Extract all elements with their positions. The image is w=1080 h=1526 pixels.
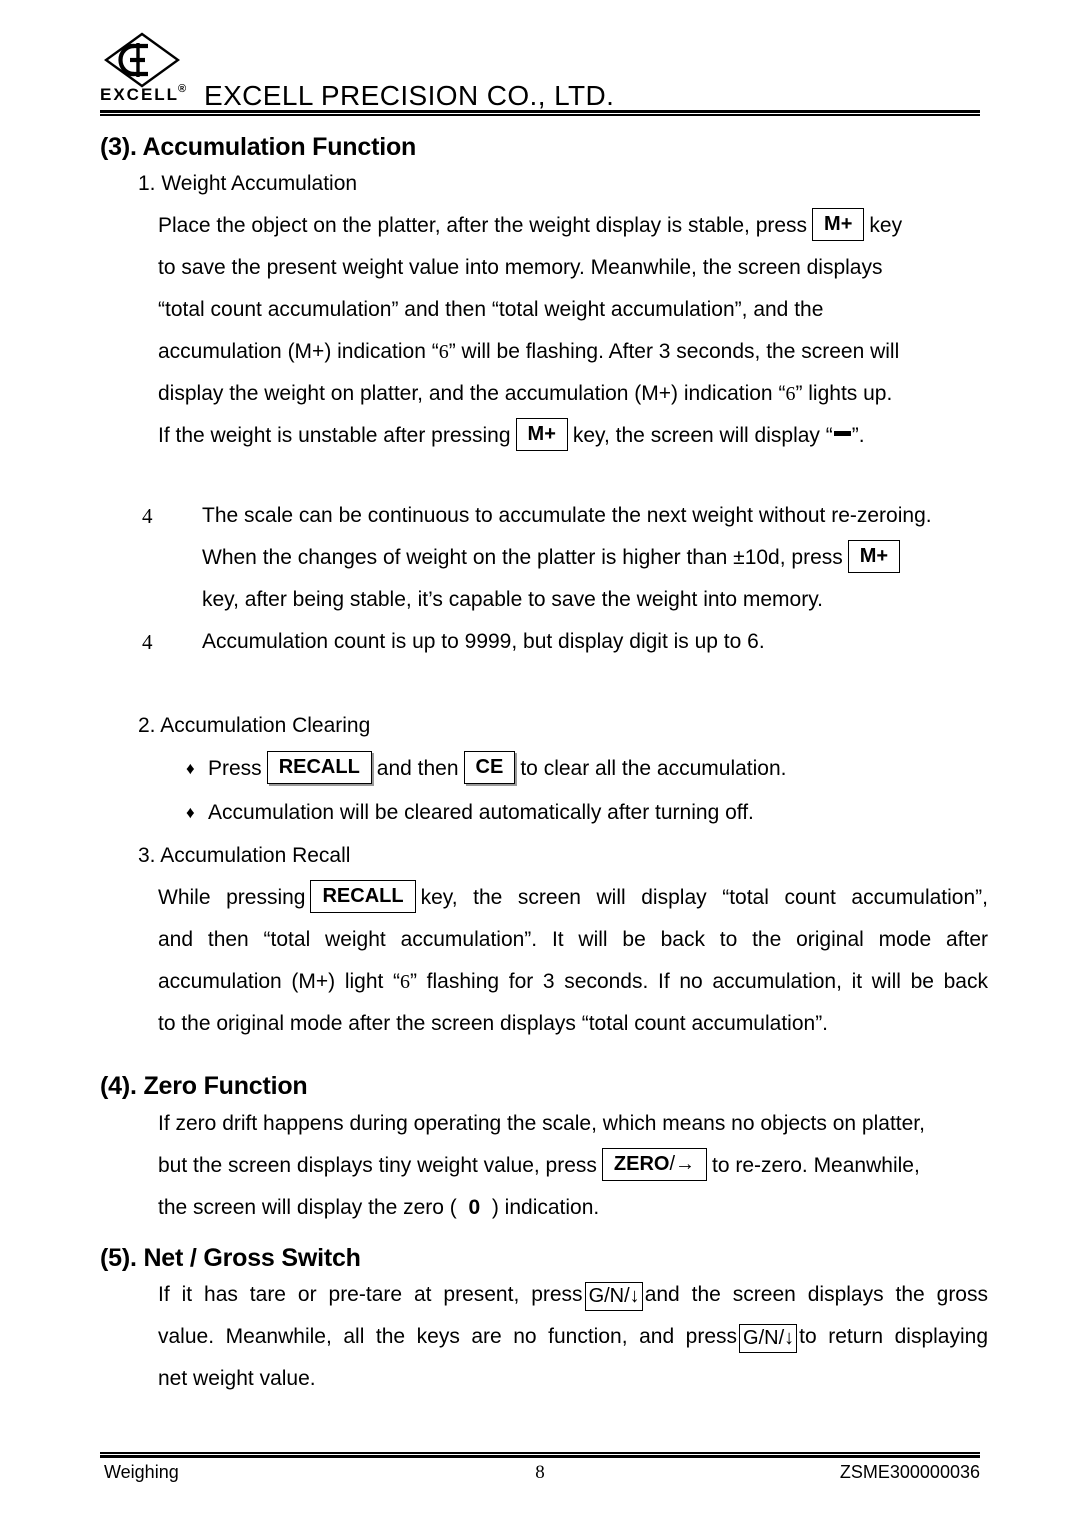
diamond-logo-icon [104,32,180,88]
line-text: to clear all the accumulation. [520,757,787,781]
line-text: and then [376,757,459,781]
paragraph-line: value. Meanwhile, all the keys are no fu… [158,1316,988,1358]
page-header: EXCELL ® EXCELL PRECISION CO., LTD. [100,32,980,120]
paragraph-line: accumulation (M+) light “6” flashing for… [158,961,988,1003]
subsection-accumulation-clearing-label: 2. Accumulation Clearing [138,714,371,738]
indicator-six-glyph: 6 [400,971,411,994]
key-mplus[interactable]: M+ [812,208,865,242]
list-item: ♦ Accumulation will be cleared automatic… [100,791,988,835]
section-heading-zero-function: (4). Zero Function [100,1072,308,1101]
subsection-accumulation-recall-label: 3. Accumulation Recall [138,844,351,868]
list-item-line: key, after being stable, it’s capable to… [202,588,823,612]
paragraph-line: While pressing RECALL key, the screen will… [158,877,988,919]
diamond-bullet-icon: ♦ [186,803,195,823]
paragraph-line: If zero drift happens during operating t… [158,1111,925,1135]
paragraph-line: to save the present weight value into me… [158,256,883,280]
indicator-six-glyph: 6 [438,341,449,364]
excell-logo: EXCELL ® [100,32,192,110]
line-text: ) indication. [491,1195,600,1219]
key-gross-net[interactable]: G/N/↓ [584,1281,643,1311]
document-code: ZSME300000036 [839,1462,980,1482]
accumulation-notes-list: 4 The scale can be continuous to accumul… [100,495,988,663]
diamond-bullet-icon: ♦ [186,759,195,779]
line-text: key, the screen will display “ [572,424,833,448]
line-text: accumulation (M+) indication “ [158,340,439,364]
line-text: but the screen displays tiny weight valu… [158,1153,597,1177]
bullet-mark: 4 [142,504,153,529]
key-zero-label: ZERO [613,1152,670,1175]
list-item-line: Accumulation count is up to 9999, but di… [202,630,765,654]
paragraph-line: and then “total weight accumulation”. It… [158,928,988,952]
footer-divider [100,1452,980,1458]
page-content: (3). Accumulation Function 1. Weight Acc… [100,132,988,1400]
company-name: EXCELL PRECISION CO., LTD. [204,80,615,111]
line-text: accumulation (M+) light “ [158,970,401,994]
page-footer: Weighing 8 ZSME300000036 [100,1462,980,1490]
paragraph-line: but the screen displays tiny weight valu… [158,1145,988,1187]
key-gross-net[interactable]: G/N/↓ [739,1323,798,1353]
key-zero-arrow-icon: /→ [669,1152,696,1175]
document-page: EXCELL ® EXCELL PRECISION CO., LTD. (3).… [0,0,1080,1526]
key-recall[interactable]: RECALL [266,751,372,785]
key-recall[interactable]: RECALL [310,880,416,914]
paragraph-line: display the weight on platter, and the a… [158,373,988,415]
accumulation-recall-paragraph: While pressing RECALL key, the screen will… [100,877,988,1045]
paragraph-line: “total count accumulation” and then “tot… [158,298,824,322]
paragraph-line: net weight value. [158,1366,316,1390]
line-text: and the screen displays the gross [644,1282,988,1306]
line-text: If it has tare or pre-tare at present, p… [158,1282,583,1306]
logo-wordmark: EXCELL [100,85,180,104]
paragraph-line: If the weight is unstable after pressing… [158,415,988,457]
key-mplus[interactable]: M+ [847,540,901,574]
header-divider [100,110,980,116]
line-text: ” lights up. [795,382,893,406]
registered-mark-icon: ® [178,83,187,95]
list-item-line: The scale can be continuous to accumulat… [202,504,932,528]
line-text: ” will be flashing. After 3 seconds, the… [448,340,900,364]
line-text: display the weight on platter, and the a… [158,382,786,406]
zero-function-paragraph: If zero drift happens during operating t… [100,1103,988,1229]
zero-indicator-glyph: 0 [457,1196,492,1219]
line-text: key [869,214,903,238]
line-text: If the weight is unstable after pressing [158,424,511,448]
section-heading-net-gross-switch: (5). Net / Gross Switch [100,1243,361,1272]
bullet-mark: 4 [142,630,153,655]
weight-accumulation-paragraph: Place the object on the platter, after t… [100,205,988,457]
line-text: key, the screen will display “total coun… [420,886,988,910]
net-gross-paragraph: If it has tare or pre-tare at present, p… [100,1274,988,1400]
paragraph-line: If it has tare or pre-tare at present, p… [158,1274,988,1316]
list-item: 4 Accumulation count is up to 9999, but … [100,621,988,663]
list-item: ♦ Press RECALL and then CE to clear all the … [100,747,988,791]
key-mplus[interactable]: M+ [515,418,568,452]
section-heading-accumulation: (3). Accumulation Function [100,133,417,161]
paragraph-line: Place the object on the platter, after t… [158,205,988,247]
line-text: When the changes of weight on the platte… [202,546,843,570]
indicator-six-glyph: 6 [785,383,796,406]
line-text: to re-zero. Meanwhile, [712,1153,920,1177]
line-text: Press [208,757,262,781]
list-item-line: When the changes of weight on the platte… [202,537,988,579]
line-text: the screen will display the zero ( [158,1195,457,1219]
paragraph-line: the screen will display the zero ( 0 ) i… [158,1187,988,1229]
line-text: While pressing [158,886,306,910]
list-item: 4 The scale can be continuous to accumul… [100,495,988,621]
paragraph-line: accumulation (M+) indication “6” will be… [158,331,988,373]
line-text: value. Meanwhile, all the keys are no fu… [158,1324,738,1348]
accumulation-clearing-list: ♦ Press RECALL and then CE to clear all the … [100,747,988,835]
paragraph-line: to the original mode after the screen di… [158,1012,829,1036]
key-zero[interactable]: ZERO/→ [601,1147,708,1181]
line-text: ” flashing for 3 seconds. If no accumula… [410,970,988,994]
subsection-weight-accumulation-label: 1. Weight Accumulation [138,172,358,196]
lcd-dash-indicator-icon [833,431,851,437]
zero-value: 0 [468,1195,481,1219]
line-text: to return displaying [799,1324,988,1348]
line-text: ”. [851,424,865,448]
line-text: Accumulation will be cleared automatical… [208,801,754,825]
key-ce[interactable]: CE [463,751,516,785]
line-text: Place the object on the platter, after t… [158,214,808,238]
